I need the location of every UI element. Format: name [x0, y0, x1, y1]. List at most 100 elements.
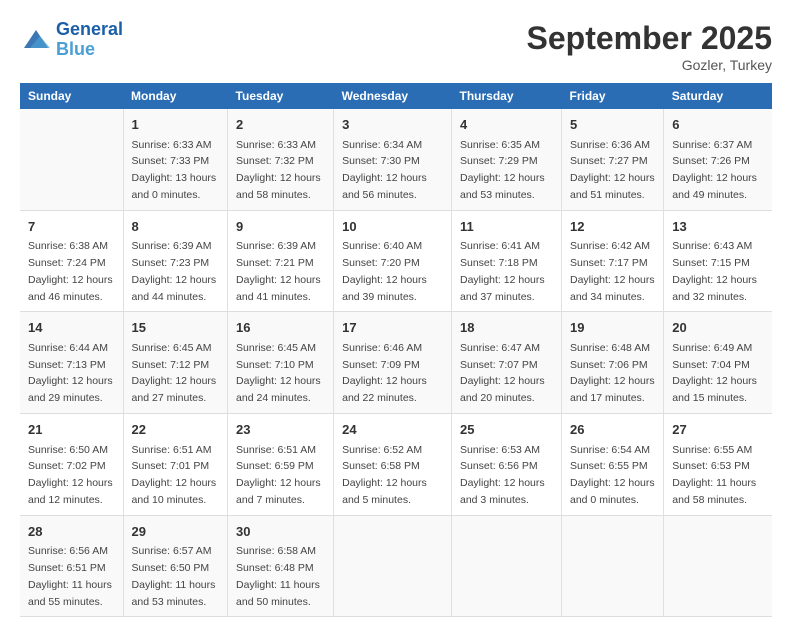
day-info: Sunrise: 6:54 AMSunset: 6:55 PMDaylight:… — [570, 442, 655, 509]
calendar-cell: 29Sunrise: 6:57 AMSunset: 6:50 PMDayligh… — [123, 515, 228, 617]
calendar-cell: 6Sunrise: 6:37 AMSunset: 7:26 PMDaylight… — [664, 109, 772, 210]
day-info: Sunrise: 6:34 AMSunset: 7:30 PMDaylight:… — [342, 137, 443, 204]
calendar-cell: 12Sunrise: 6:42 AMSunset: 7:17 PMDayligh… — [562, 210, 664, 312]
daylight-text: Daylight: 11 hours and 50 minutes. — [236, 577, 325, 611]
sunrise-text: Sunrise: 6:38 AM — [28, 238, 115, 255]
sunset-text: Sunset: 6:48 PM — [236, 560, 325, 577]
page-header: General Blue September 2025 Gozler, Turk… — [20, 20, 772, 73]
calendar-cell: 13Sunrise: 6:43 AMSunset: 7:15 PMDayligh… — [664, 210, 772, 312]
day-info: Sunrise: 6:51 AMSunset: 7:01 PMDaylight:… — [132, 442, 220, 509]
sunset-text: Sunset: 6:50 PM — [132, 560, 220, 577]
col-header-tuesday: Tuesday — [228, 83, 334, 109]
day-info: Sunrise: 6:40 AMSunset: 7:20 PMDaylight:… — [342, 238, 443, 305]
sunrise-text: Sunrise: 6:56 AM — [28, 543, 115, 560]
sunrise-text: Sunrise: 6:51 AM — [132, 442, 220, 459]
day-info: Sunrise: 6:37 AMSunset: 7:26 PMDaylight:… — [672, 137, 764, 204]
sunrise-text: Sunrise: 6:54 AM — [570, 442, 655, 459]
day-number: 15 — [132, 318, 220, 338]
day-info: Sunrise: 6:47 AMSunset: 7:07 PMDaylight:… — [460, 340, 553, 407]
daylight-text: Daylight: 12 hours and 46 minutes. — [28, 272, 115, 306]
calendar-cell — [20, 109, 123, 210]
sunset-text: Sunset: 7:06 PM — [570, 357, 655, 374]
sunset-text: Sunset: 6:56 PM — [460, 458, 553, 475]
day-info: Sunrise: 6:56 AMSunset: 6:51 PMDaylight:… — [28, 543, 115, 610]
day-info: Sunrise: 6:44 AMSunset: 7:13 PMDaylight:… — [28, 340, 115, 407]
day-number: 23 — [236, 420, 325, 440]
day-info: Sunrise: 6:55 AMSunset: 6:53 PMDaylight:… — [672, 442, 764, 509]
sunset-text: Sunset: 7:26 PM — [672, 153, 764, 170]
calendar-cell: 3Sunrise: 6:34 AMSunset: 7:30 PMDaylight… — [334, 109, 452, 210]
day-number: 27 — [672, 420, 764, 440]
calendar-cell: 16Sunrise: 6:45 AMSunset: 7:10 PMDayligh… — [228, 312, 334, 414]
day-number: 18 — [460, 318, 553, 338]
calendar-header: SundayMondayTuesdayWednesdayThursdayFrid… — [20, 83, 772, 109]
daylight-text: Daylight: 12 hours and 3 minutes. — [460, 475, 553, 509]
sunset-text: Sunset: 7:09 PM — [342, 357, 443, 374]
daylight-text: Daylight: 12 hours and 20 minutes. — [460, 373, 553, 407]
calendar-cell: 15Sunrise: 6:45 AMSunset: 7:12 PMDayligh… — [123, 312, 228, 414]
sunset-text: Sunset: 7:13 PM — [28, 357, 115, 374]
sunset-text: Sunset: 7:29 PM — [460, 153, 553, 170]
sunset-text: Sunset: 7:12 PM — [132, 357, 220, 374]
sunrise-text: Sunrise: 6:48 AM — [570, 340, 655, 357]
sunrise-text: Sunrise: 6:58 AM — [236, 543, 325, 560]
calendar-week-1: 1Sunrise: 6:33 AMSunset: 7:33 PMDaylight… — [20, 109, 772, 210]
calendar-cell: 25Sunrise: 6:53 AMSunset: 6:56 PMDayligh… — [452, 414, 562, 516]
day-number: 8 — [132, 217, 220, 237]
calendar-cell: 17Sunrise: 6:46 AMSunset: 7:09 PMDayligh… — [334, 312, 452, 414]
daylight-text: Daylight: 12 hours and 44 minutes. — [132, 272, 220, 306]
sunset-text: Sunset: 6:51 PM — [28, 560, 115, 577]
day-number: 10 — [342, 217, 443, 237]
daylight-text: Daylight: 12 hours and 5 minutes. — [342, 475, 443, 509]
sunset-text: Sunset: 7:21 PM — [236, 255, 325, 272]
day-info: Sunrise: 6:45 AMSunset: 7:12 PMDaylight:… — [132, 340, 220, 407]
day-number: 20 — [672, 318, 764, 338]
calendar-cell: 28Sunrise: 6:56 AMSunset: 6:51 PMDayligh… — [20, 515, 123, 617]
calendar-cell — [334, 515, 452, 617]
day-number: 30 — [236, 522, 325, 542]
daylight-text: Daylight: 12 hours and 39 minutes. — [342, 272, 443, 306]
calendar-week-2: 7Sunrise: 6:38 AMSunset: 7:24 PMDaylight… — [20, 210, 772, 312]
day-number: 7 — [28, 217, 115, 237]
day-number: 29 — [132, 522, 220, 542]
daylight-text: Daylight: 12 hours and 27 minutes. — [132, 373, 220, 407]
daylight-text: Daylight: 12 hours and 34 minutes. — [570, 272, 655, 306]
day-number: 22 — [132, 420, 220, 440]
calendar-cell: 24Sunrise: 6:52 AMSunset: 6:58 PMDayligh… — [334, 414, 452, 516]
day-number: 3 — [342, 115, 443, 135]
sunset-text: Sunset: 7:23 PM — [132, 255, 220, 272]
day-info: Sunrise: 6:35 AMSunset: 7:29 PMDaylight:… — [460, 137, 553, 204]
sunrise-text: Sunrise: 6:39 AM — [132, 238, 220, 255]
sunset-text: Sunset: 7:15 PM — [672, 255, 764, 272]
day-info: Sunrise: 6:53 AMSunset: 6:56 PMDaylight:… — [460, 442, 553, 509]
day-number: 25 — [460, 420, 553, 440]
daylight-text: Daylight: 11 hours and 55 minutes. — [28, 577, 115, 611]
day-number: 12 — [570, 217, 655, 237]
logo-general: General — [56, 19, 123, 39]
col-header-monday: Monday — [123, 83, 228, 109]
day-number: 21 — [28, 420, 115, 440]
day-number: 14 — [28, 318, 115, 338]
logo: General Blue — [20, 20, 123, 60]
sunrise-text: Sunrise: 6:53 AM — [460, 442, 553, 459]
calendar-cell: 19Sunrise: 6:48 AMSunset: 7:06 PMDayligh… — [562, 312, 664, 414]
logo-blue: Blue — [56, 39, 95, 59]
day-info: Sunrise: 6:46 AMSunset: 7:09 PMDaylight:… — [342, 340, 443, 407]
sunrise-text: Sunrise: 6:40 AM — [342, 238, 443, 255]
sunset-text: Sunset: 7:18 PM — [460, 255, 553, 272]
calendar-cell: 4Sunrise: 6:35 AMSunset: 7:29 PMDaylight… — [452, 109, 562, 210]
daylight-text: Daylight: 13 hours and 0 minutes. — [132, 170, 220, 204]
calendar-cell: 2Sunrise: 6:33 AMSunset: 7:32 PMDaylight… — [228, 109, 334, 210]
day-number: 6 — [672, 115, 764, 135]
daylight-text: Daylight: 12 hours and 29 minutes. — [28, 373, 115, 407]
sunset-text: Sunset: 7:01 PM — [132, 458, 220, 475]
sunset-text: Sunset: 7:07 PM — [460, 357, 553, 374]
daylight-text: Daylight: 12 hours and 56 minutes. — [342, 170, 443, 204]
day-number: 26 — [570, 420, 655, 440]
sunrise-text: Sunrise: 6:51 AM — [236, 442, 325, 459]
location: Gozler, Turkey — [527, 57, 772, 73]
sunrise-text: Sunrise: 6:33 AM — [132, 137, 220, 154]
daylight-text: Daylight: 12 hours and 51 minutes. — [570, 170, 655, 204]
day-info: Sunrise: 6:33 AMSunset: 7:32 PMDaylight:… — [236, 137, 325, 204]
sunset-text: Sunset: 7:17 PM — [570, 255, 655, 272]
